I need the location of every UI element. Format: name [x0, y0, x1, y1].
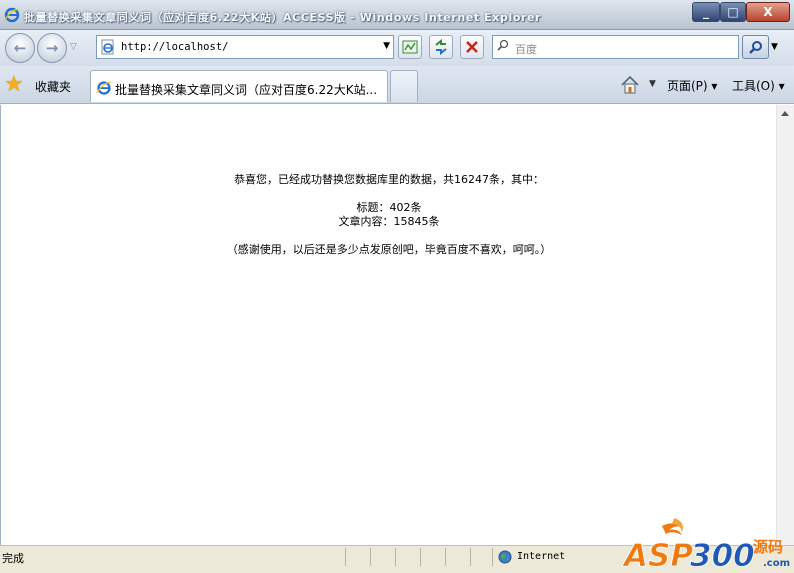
thanks-note: （感谢使用，以后还是多少点发原创吧，毕竟百度不喜欢，呵呵。）	[226, 243, 552, 256]
new-tab-button[interactable]	[390, 70, 418, 102]
vertical-scrollbar[interactable]	[776, 105, 794, 545]
refresh-icon	[435, 38, 447, 56]
status-divider	[445, 548, 446, 566]
search-box[interactable]: 百度	[492, 35, 739, 59]
ie-logo-icon	[4, 7, 20, 23]
tab-active[interactable]: 批量替换采集文章同义词（应对百度6.22大K站...	[90, 70, 388, 102]
search-icon	[497, 39, 511, 53]
svg-text:ASP: ASP	[622, 538, 693, 573]
status-divider	[492, 548, 493, 566]
address-bar[interactable]: http://localhost/ ▼	[96, 35, 394, 59]
ie-page-icon	[96, 81, 112, 95]
status-divider	[395, 548, 396, 566]
tools-menu[interactable]: 工具(O) ▾	[732, 77, 785, 94]
close-button[interactable]: X	[746, 2, 790, 22]
favorites-label: 收藏夹	[35, 80, 72, 94]
svg-text:300: 300	[690, 538, 755, 573]
search-go-button[interactable]	[742, 35, 769, 59]
status-text: 完成	[2, 552, 24, 565]
svg-text:.com: .com	[763, 558, 790, 569]
title-bar: 批量替换采集文章同义词（应对百度6.22大K站）ACCESS版 - Window…	[0, 0, 794, 30]
search-placeholder: 百度	[515, 43, 537, 56]
search-options-dropdown[interactable]: ▼	[771, 42, 778, 52]
magnifier-icon	[748, 41, 762, 54]
page-content: 恭喜您，已经成功替换您数据库里的数据，共16247条，其中： 标题：402条 文…	[0, 105, 776, 545]
status-divider	[345, 548, 346, 566]
compatibility-icon	[402, 40, 418, 54]
status-divider	[470, 548, 471, 566]
back-button[interactable]: ←	[5, 33, 35, 63]
tab-bar: ★ 收藏夹 批量替换采集文章同义词（应对百度6.22大K站... ▼ 页面(P)…	[0, 66, 794, 104]
tab-label: 批量替换采集文章同义词（应对百度6.22大K站...	[115, 83, 378, 97]
svg-text:源码: 源码	[753, 538, 783, 556]
address-dropdown-icon[interactable]: ▼	[383, 41, 390, 51]
scroll-up-arrow-icon[interactable]	[781, 111, 789, 116]
refresh-button[interactable]	[429, 35, 453, 59]
page-icon	[101, 39, 114, 55]
stop-icon	[466, 41, 478, 53]
stop-button[interactable]	[460, 35, 484, 59]
status-divider	[370, 548, 371, 566]
maximize-button[interactable]: □	[720, 2, 746, 22]
window-title: 批量替换采集文章同义词（应对百度6.22大K站）ACCESS版 - Window…	[24, 11, 542, 24]
success-message: 恭喜您，已经成功替换您数据库里的数据，共16247条，其中：	[234, 173, 544, 186]
minimize-button[interactable]: _	[692, 2, 720, 22]
navigation-bar: ← → ▽ http://localhost/ ▼ 百度 ▼	[0, 30, 794, 66]
url-text: http://localhost/	[121, 41, 229, 53]
status-divider	[420, 548, 421, 566]
security-zone[interactable]: Internet	[517, 551, 565, 562]
asp300-watermark-logo: ASP 300 源码 .com	[622, 518, 790, 573]
home-dropdown[interactable]: ▼	[649, 79, 656, 89]
globe-icon	[498, 550, 512, 564]
page-menu[interactable]: 页面(P) ▾	[667, 77, 717, 94]
back-arrow-icon: ←	[13, 39, 27, 57]
home-icon[interactable]	[619, 74, 641, 96]
content-count: 文章内容：15845条	[338, 215, 440, 228]
forward-arrow-icon: →	[45, 39, 59, 57]
recent-pages-dropdown[interactable]: ▽	[70, 42, 82, 52]
compatibility-view-button[interactable]	[398, 35, 422, 59]
forward-button[interactable]: →	[37, 33, 67, 63]
star-icon: ★	[4, 72, 24, 97]
